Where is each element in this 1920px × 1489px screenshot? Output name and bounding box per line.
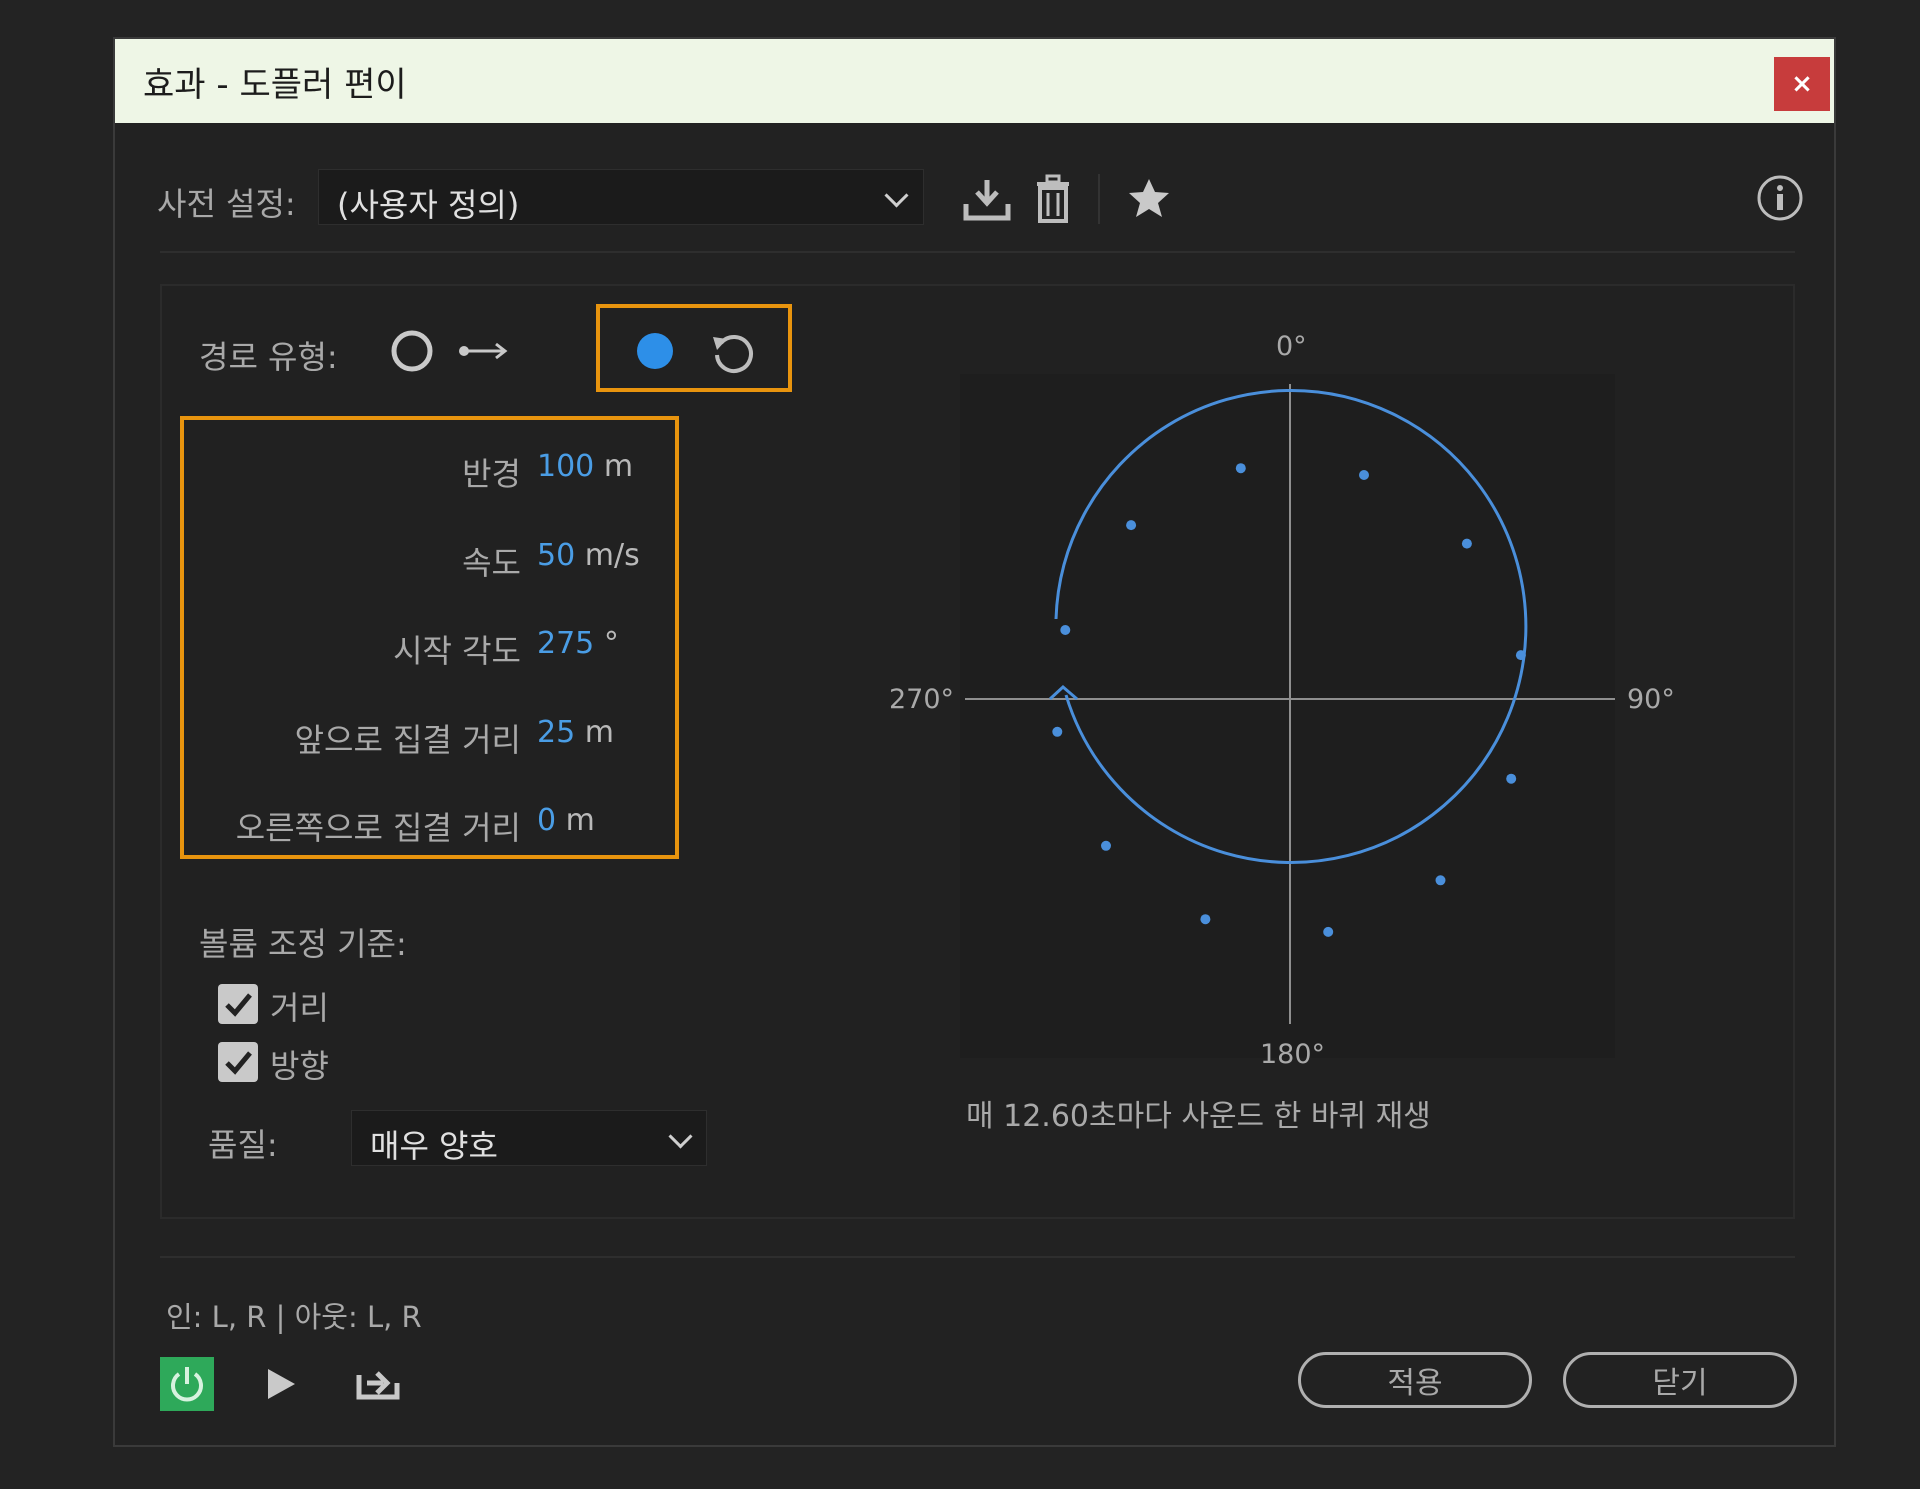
orbit-point — [1461, 538, 1472, 549]
orbit-point — [1515, 650, 1526, 661]
orbit-point — [1101, 840, 1111, 851]
orbit-point — [1126, 520, 1137, 531]
io-channels: 인: L, R | 아웃: L, R — [166, 1300, 422, 1334]
path-plot-graphic — [965, 384, 1615, 1024]
orbit-point — [1052, 726, 1063, 737]
play-icon[interactable] — [265, 1367, 297, 1405]
orbit-point — [1323, 926, 1334, 937]
plot-caption: 매 12.60초마다 사운드 한 바퀴 재생 — [966, 1099, 1431, 1134]
orbit-point — [1060, 625, 1071, 635]
orbit-point — [1506, 773, 1517, 784]
effect-dialog: 효과 - 도플러 편이 × 사전 설정: (사용자 정의) 경로 유형: 반경 … — [113, 37, 1836, 1447]
orbit-point — [1200, 914, 1211, 925]
power-icon — [171, 1367, 203, 1402]
close-button[interactable]: 닫기 — [1563, 1352, 1797, 1408]
orbit-point — [1359, 470, 1369, 480]
axis-label-bottom: 180° — [1260, 1039, 1326, 1070]
axis-label-left: 270° — [889, 684, 955, 715]
orbit-point — [1435, 875, 1446, 886]
bottom-separator — [160, 1256, 1795, 1258]
axis-label-top: 0° — [1276, 331, 1307, 362]
orbit-point — [1235, 463, 1246, 474]
apply-button[interactable]: 적용 — [1298, 1352, 1532, 1408]
power-button[interactable] — [160, 1357, 214, 1411]
axis-label-right: 90° — [1627, 684, 1675, 715]
export-icon[interactable] — [355, 1361, 401, 1407]
